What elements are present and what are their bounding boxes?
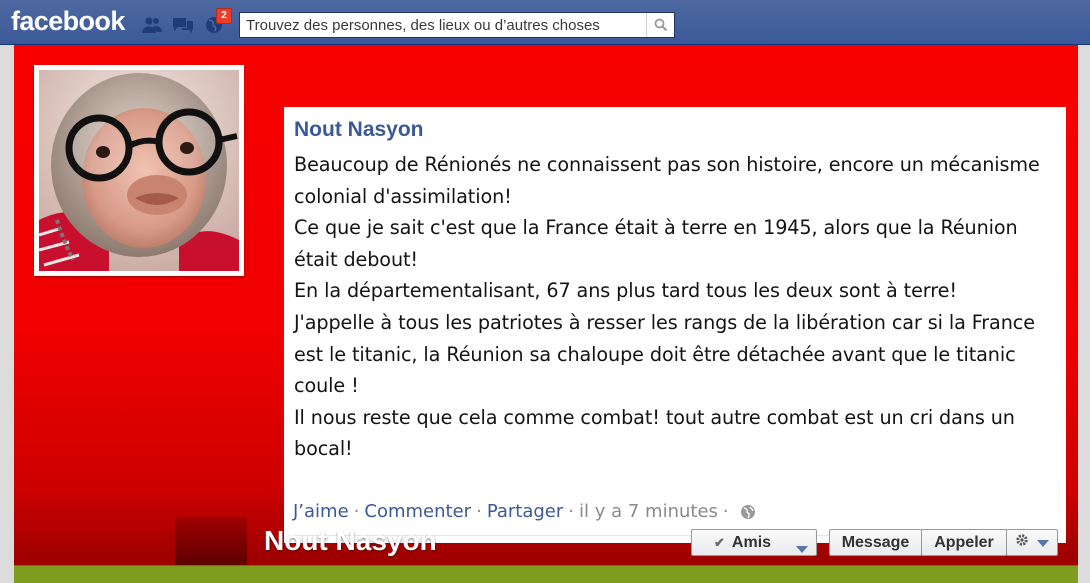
messages-icon[interactable] [172, 15, 194, 35]
friends-button-label: Amis [731, 533, 772, 551]
search-box [239, 12, 675, 38]
post-card: Nout Nasyon Beaucoup de Rénionés ne conn… [284, 107, 1066, 543]
chevron-down-icon [1037, 534, 1049, 552]
profile-picture[interactable] [34, 65, 244, 276]
post-text: Beaucoup de Rénionés ne connaissent pas … [294, 153, 1040, 461]
message-button[interactable]: Message [829, 529, 922, 556]
call-button[interactable]: Appeler [921, 529, 1007, 556]
globe-icon[interactable] [740, 504, 756, 525]
post-actions: J’aime · Commenter · Partager · il y a 7 minut… [293, 501, 756, 525]
facebook-logo[interactable]: facebook [11, 6, 125, 37]
post-timestamp[interactable]: il y a 7 minutes [579, 501, 718, 522]
cover-shadow-block [175, 517, 247, 565]
separator: · [568, 501, 575, 522]
share-link[interactable]: Partager [487, 501, 563, 522]
separator: · [353, 501, 360, 522]
message-button-label: Message [841, 533, 910, 551]
call-button-label: Appeler [934, 533, 994, 551]
friends-icon[interactable] [141, 15, 163, 35]
top-bar: facebook 2 [0, 0, 1090, 45]
check-icon: ✔ [714, 534, 725, 550]
gear-icon [1015, 533, 1029, 552]
comment-link[interactable]: Commenter [364, 501, 471, 522]
search-icon[interactable] [646, 13, 674, 37]
settings-button[interactable] [1006, 529, 1058, 556]
monkey-with-glasses-image [39, 70, 239, 271]
notification-badge: 2 [216, 8, 232, 24]
chevron-down-icon [796, 540, 808, 558]
post-author[interactable]: Nout Nasyon [294, 117, 1054, 143]
cover-bottom-strip [14, 565, 1078, 583]
friends-button[interactable]: ✔ Amis [691, 529, 817, 556]
cover-photo: Nout Nasyon Beaucoup de Rénionés ne conn… [14, 45, 1078, 565]
separator: · [476, 501, 482, 522]
search-input[interactable] [240, 13, 645, 37]
like-link[interactable]: J’aime [293, 501, 349, 522]
separator: · [722, 501, 729, 522]
profile-name[interactable]: Nout Nasyon [264, 525, 437, 557]
